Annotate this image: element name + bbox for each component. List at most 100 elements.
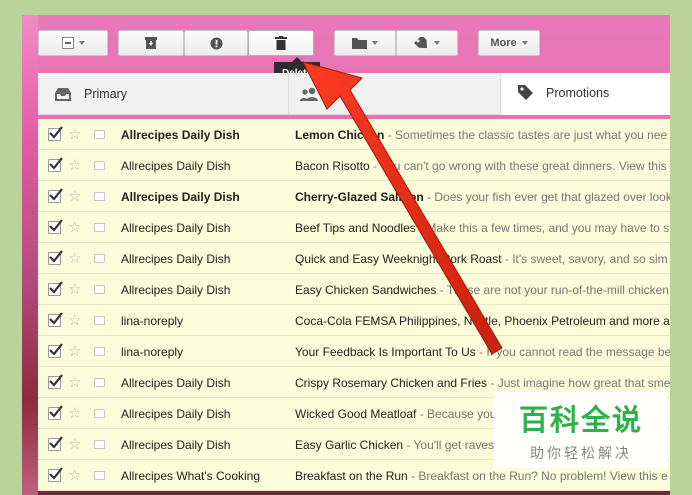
email-snippet: - Does your fish ever get that glazed ov… [423, 190, 670, 204]
checkmark-icon [49, 281, 63, 294]
row-checkbox[interactable] [48, 250, 63, 265]
chevron-down-icon [78, 41, 85, 45]
row-checkbox[interactable] [48, 188, 63, 203]
email-row[interactable]: ☆ Allrecipes Daily Dish Bacon Risotto - Yo… [38, 150, 670, 181]
email-row[interactable]: ☆ Allrecipes Daily Dish Beef Tips and Nood… [38, 212, 670, 243]
row-checkbox[interactable] [48, 436, 63, 451]
email-subject: Cherry-Glazed Salmon [295, 190, 424, 204]
tab-primary[interactable]: Primary [38, 73, 288, 115]
email-sender: Allrecipes Daily Dish [121, 283, 231, 297]
row-checkbox[interactable] [48, 405, 63, 420]
star-icon[interactable]: ☆ [68, 125, 81, 143]
checkmark-icon [49, 312, 63, 325]
row-checkbox[interactable] [48, 343, 63, 358]
row-checkbox[interactable] [48, 157, 63, 172]
email-snippet: - You'll get raves [403, 438, 495, 452]
email-subject: Beef Tips and Noodles [295, 221, 416, 235]
star-icon[interactable]: ☆ [68, 187, 81, 205]
email-subject: Lemon Chicken [295, 128, 385, 142]
email-snippet: - Breakfast on the Run? No problem! View… [407, 469, 668, 483]
more-label: More [490, 37, 517, 49]
row-checkbox[interactable] [48, 374, 63, 389]
report-spam-button[interactable] [184, 30, 248, 56]
email-snippet: - Make this a few times, and you may hav… [415, 221, 670, 235]
star-icon[interactable]: ☆ [68, 404, 81, 422]
email-subject: Your Feedback Is Important To Us [295, 345, 476, 359]
email-snippet: - Because you [416, 407, 497, 421]
archive-button[interactable] [118, 30, 184, 56]
checkmark-icon [49, 405, 63, 418]
inbox-tabs: Primary Promotions [38, 73, 670, 115]
folder-icon [352, 37, 367, 49]
email-message: Breakfast on the Run - Breakfast on the … [295, 469, 670, 483]
email-row[interactable]: ☆ Allrecipes Daily Dish Cherry-Glazed Salm… [38, 181, 670, 212]
star-icon[interactable]: ☆ [68, 342, 81, 360]
importance-marker-icon[interactable] [94, 130, 105, 139]
email-message: Your Feedback Is Important To Us - If yo… [295, 345, 670, 359]
importance-marker-icon[interactable] [94, 161, 105, 170]
watermark-title: 百科全说 [518, 403, 643, 437]
tab-promotions[interactable]: Promotions [500, 73, 670, 115]
email-snippet: - These are not your run-of-the-mill chi… [436, 283, 669, 297]
importance-marker-icon[interactable] [94, 285, 105, 294]
email-sender: Allrecipes Daily Dish [121, 407, 231, 421]
importance-marker-icon[interactable] [94, 223, 105, 232]
email-sender: Allrecipes What's Cooking [121, 469, 261, 483]
star-icon[interactable]: ☆ [68, 218, 81, 236]
labels-button[interactable] [396, 30, 458, 56]
email-sender: Allrecipes Daily Dish [121, 376, 231, 390]
importance-marker-icon[interactable] [94, 409, 105, 418]
delete-button[interactable] [248, 30, 314, 56]
email-sender: Allrecipes Daily Dish [121, 190, 240, 204]
email-snippet: - Sometimes the classic tastes are just … [384, 128, 668, 142]
select-dropdown-button[interactable] [38, 30, 108, 56]
importance-marker-icon[interactable] [94, 316, 105, 325]
row-checkbox[interactable] [48, 312, 63, 327]
checkmark-icon [49, 157, 63, 170]
star-icon[interactable]: ☆ [68, 156, 81, 174]
row-checkbox[interactable] [48, 281, 63, 296]
row-checkbox[interactable] [48, 219, 63, 234]
email-subject: Crispy Rosemary Chicken and Fries [295, 376, 488, 390]
star-icon[interactable]: ☆ [68, 311, 81, 329]
star-icon[interactable]: ☆ [68, 280, 81, 298]
spam-icon [210, 37, 223, 50]
importance-marker-icon[interactable] [94, 192, 105, 201]
email-message: Quick and Easy Weeknight Pork Roast - It… [295, 252, 670, 266]
people-icon [299, 87, 319, 101]
importance-marker-icon[interactable] [94, 254, 105, 263]
checkmark-icon [49, 126, 63, 139]
email-row[interactable]: ☆ Allrecipes Daily Dish Lemon Chicken - So… [38, 119, 670, 150]
email-row[interactable]: ☆ Allrecipes Daily Dish Quick and Easy Wee… [38, 243, 670, 274]
importance-marker-icon[interactable] [94, 378, 105, 387]
trash-icon [275, 36, 287, 50]
email-message: Beef Tips and Noodles - Make this a few … [295, 221, 670, 235]
email-row[interactable]: ☆ lina-noreply Your Feedback Is Important … [38, 336, 670, 367]
email-snippet: - Just imagine how great that smell [487, 376, 670, 390]
tab-promotions-label: Promotions [546, 85, 610, 100]
more-button[interactable]: More [478, 30, 540, 56]
row-checkbox[interactable] [48, 467, 63, 482]
email-row[interactable]: ☆ lina-noreply Coca-Cola FEMSA Philippines… [38, 305, 670, 336]
email-message: Coca-Cola FEMSA Philippines, Nestle, Pho… [295, 314, 670, 328]
email-sender: Allrecipes Daily Dish [121, 159, 231, 173]
checkmark-icon [49, 374, 63, 387]
star-icon[interactable]: ☆ [68, 249, 81, 267]
star-icon[interactable]: ☆ [68, 435, 81, 453]
row-checkbox[interactable] [48, 126, 63, 141]
archive-icon [144, 37, 158, 49]
select-checkbox-icon [61, 37, 74, 49]
importance-marker-icon[interactable] [94, 347, 105, 356]
chevron-down-icon [372, 41, 378, 45]
tab-social[interactable] [288, 73, 500, 115]
star-icon[interactable]: ☆ [68, 373, 81, 391]
importance-marker-icon[interactable] [94, 471, 105, 480]
star-icon[interactable]: ☆ [68, 466, 81, 484]
inbox-icon [54, 87, 72, 102]
importance-marker-icon[interactable] [94, 440, 105, 449]
email-message: Cherry-Glazed Salmon - Does your fish ev… [295, 190, 670, 204]
checkmark-icon [49, 250, 63, 263]
email-row[interactable]: ☆ Allrecipes Daily Dish Easy Chicken Sandw… [38, 274, 670, 305]
toolbar: More Delete [38, 15, 670, 84]
move-to-button[interactable] [334, 30, 396, 56]
